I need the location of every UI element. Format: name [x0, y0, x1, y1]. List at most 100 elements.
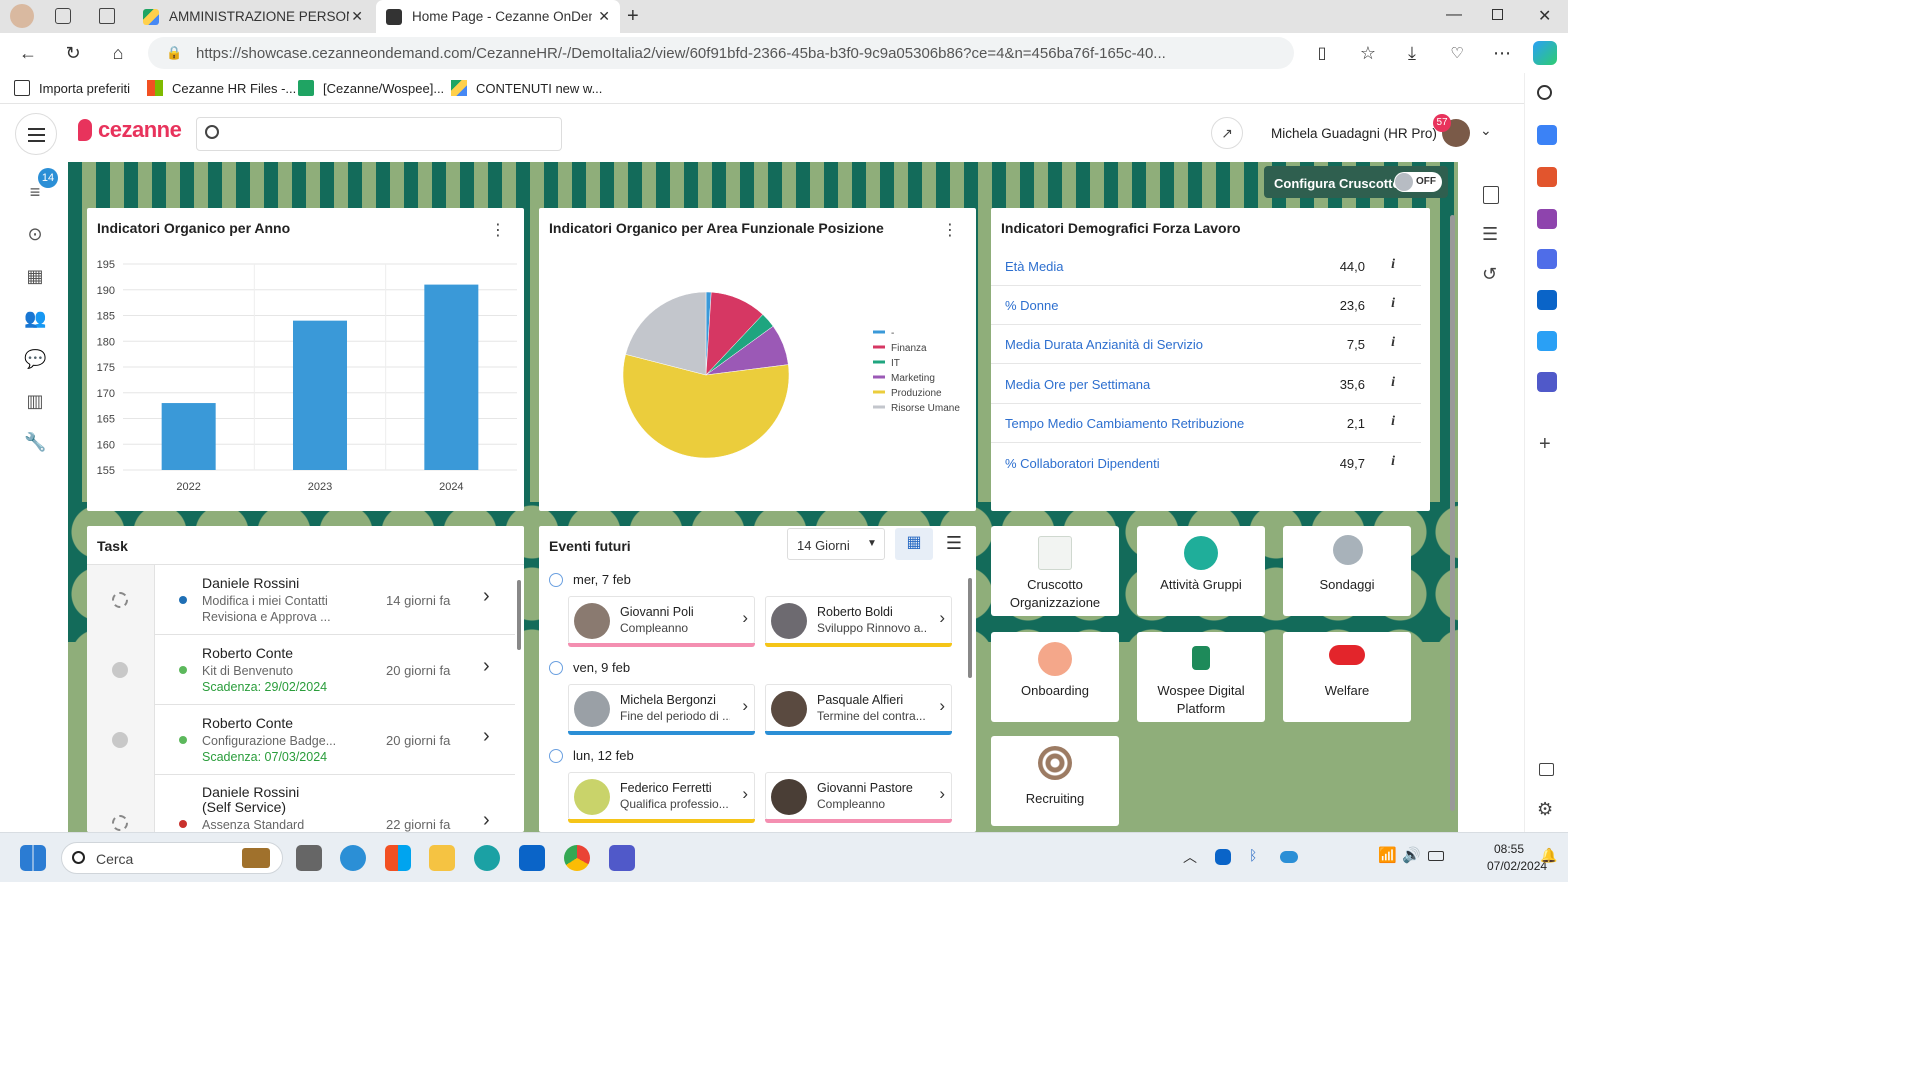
tab-home-page[interactable]: Home Page - Cezanne OnDemand ✕	[376, 0, 620, 33]
windows-start-icon[interactable]	[20, 845, 46, 871]
events-scrollbar[interactable]	[967, 566, 973, 832]
favorites-icon[interactable]: ☆	[1356, 41, 1380, 65]
chevron-up-icon[interactable]: ︿	[1183, 847, 1197, 867]
open-external-button[interactable]: ↗	[1211, 117, 1243, 149]
event-card[interactable]: Giovanni Poli Compleanno ›	[568, 596, 755, 647]
list-view-button[interactable]: ☰	[935, 528, 973, 560]
help-icon[interactable]	[340, 845, 366, 871]
file-explorer-icon[interactable]	[429, 845, 455, 871]
chevron-down-icon[interactable]: ⌄	[1480, 122, 1492, 139]
chrome-icon[interactable]	[564, 845, 590, 871]
history-icon[interactable]: ↺	[1482, 264, 1497, 285]
store-icon[interactable]	[385, 845, 411, 871]
task-scrollbar[interactable]	[516, 570, 522, 832]
close-icon[interactable]: ✕	[598, 8, 610, 25]
metric-label[interactable]: % Collaboratori Dipendenti	[1005, 456, 1160, 471]
metric-label[interactable]: Media Ore per Settimana	[1005, 377, 1150, 392]
bar-2024[interactable]	[424, 284, 479, 470]
profile-avatar[interactable]	[10, 4, 34, 28]
chevron-right-icon[interactable]: ›	[742, 696, 748, 716]
task-row[interactable]: Roberto Conte Kit di Benvenuto Scadenza:…	[87, 635, 515, 705]
chevron-right-icon[interactable]: ›	[939, 696, 945, 716]
info-icon[interactable]: i	[1391, 296, 1395, 312]
url-input[interactable]: 🔒 https://showcase.cezanneondemand.com/C…	[148, 37, 1294, 69]
info-icon[interactable]: i	[1391, 454, 1395, 470]
outlook-icon[interactable]	[1537, 290, 1557, 310]
grid-view-button[interactable]: ▦	[895, 528, 933, 560]
shopping-icon[interactable]	[1537, 125, 1557, 145]
chevron-right-icon[interactable]: ›	[483, 655, 490, 678]
hamburger-menu-icon[interactable]	[15, 113, 57, 155]
document-search-icon[interactable]	[1483, 186, 1499, 204]
event-card[interactable]: Michela Bergonzi Fine del periodo di ...…	[568, 684, 755, 735]
info-icon[interactable]: i	[1391, 335, 1395, 351]
close-window-icon[interactable]: ✕	[1538, 6, 1551, 26]
notification-badge[interactable]: 57	[1433, 114, 1451, 132]
info-icon[interactable]: i	[1391, 257, 1395, 273]
people-icon[interactable]: 👥	[24, 308, 46, 330]
range-select[interactable]: 14 Giorni ▼	[787, 528, 885, 560]
favorite-contenuti[interactable]: CONTENUTI new w...	[451, 80, 602, 96]
taskbar-search[interactable]: Cerca	[61, 842, 283, 874]
battery-icon[interactable]	[1428, 851, 1444, 861]
outlook-icon[interactable]	[519, 845, 545, 871]
tab-amministrazione[interactable]: AMMINISTRAZIONE PERSONALE ✕	[133, 0, 373, 33]
favorite-cezanne-wospee[interactable]: [Cezanne/Wospee]...	[298, 80, 444, 96]
configure-dashboard[interactable]: Configura Cruscotto OFF	[1264, 166, 1448, 198]
add-icon[interactable]: +	[1539, 433, 1551, 456]
info-icon[interactable]: i	[1391, 414, 1395, 430]
search-input[interactable]	[196, 117, 562, 151]
chat-icon[interactable]: 💬	[24, 349, 46, 371]
workspaces-icon[interactable]	[55, 8, 71, 24]
info-icon[interactable]: i	[1391, 375, 1395, 391]
teams-icon[interactable]	[609, 845, 635, 871]
metric-label[interactable]: Media Durata Anzianità di Servizio	[1005, 337, 1203, 352]
tile-attivita-gruppi[interactable]: Attività Gruppi	[1137, 526, 1265, 616]
notifications-bell-icon[interactable]: 🔔	[1540, 847, 1557, 864]
task-view-icon[interactable]	[296, 845, 322, 871]
edge-icon[interactable]	[474, 845, 500, 871]
copilot-small-icon[interactable]	[1537, 249, 1557, 269]
home-icon[interactable]: ⌂	[106, 41, 130, 65]
calendar-icon[interactable]: ▦	[24, 266, 46, 288]
bar-2023[interactable]	[293, 320, 347, 470]
tile-wospee[interactable]: Wospee Digital Platform	[1137, 632, 1265, 722]
clock-date[interactable]: 07/02/2024	[1487, 859, 1547, 873]
favorite-import[interactable]: Importa preferiti	[14, 80, 130, 96]
tile-welfare[interactable]: Welfare	[1283, 632, 1411, 722]
chevron-right-icon[interactable]: ›	[742, 608, 748, 628]
downloads-icon[interactable]: ⤓	[1400, 41, 1424, 65]
tools-icon[interactable]	[1537, 167, 1557, 187]
new-tab-icon[interactable]: +	[627, 5, 639, 28]
chart-icon[interactable]: ▥	[24, 391, 46, 413]
event-card[interactable]: Roberto Boldi Sviluppo Rinnovo a... ›	[765, 596, 952, 647]
sidebar-toggle-icon[interactable]	[1539, 763, 1554, 776]
task-row[interactable]: Daniele Rossini Modifica i miei Contatti…	[87, 565, 515, 635]
tile-recruiting[interactable]: Recruiting	[991, 736, 1119, 826]
tile-sondaggi[interactable]: Sondaggi	[1283, 526, 1411, 616]
user-name[interactable]: Michela Guadagni (HR Pro)	[1271, 126, 1437, 141]
event-card[interactable]: Giovanni Pastore Compleanno ›	[765, 772, 952, 823]
outlook-tray-icon[interactable]	[1215, 849, 1231, 865]
browser-essentials-icon[interactable]: ♡	[1445, 41, 1469, 65]
chevron-right-icon[interactable]: ›	[939, 608, 945, 628]
metric-label[interactable]: Tempo Medio Cambiamento Retribuzione	[1005, 416, 1244, 431]
back-icon[interactable]: ←	[16, 41, 40, 65]
favorite-cezanne-files[interactable]: Cezanne HR Files -...	[147, 80, 296, 96]
teams-icon[interactable]	[1537, 372, 1557, 392]
configure-toggle[interactable]: OFF	[1394, 172, 1442, 192]
bluetooth-icon[interactable]: ᛒ	[1249, 847, 1257, 863]
split-screen-icon[interactable]: ▯	[1310, 41, 1334, 65]
tile-cruscotto-organizzazione[interactable]: Cruscotto Organizzazione	[991, 526, 1119, 616]
page-scrollbar[interactable]	[1448, 203, 1458, 828]
bar-2022[interactable]	[161, 403, 216, 470]
close-icon[interactable]: ✕	[351, 8, 363, 25]
settings-icon[interactable]: ⚙	[1537, 799, 1553, 820]
maximize-icon[interactable]	[1492, 9, 1503, 20]
volume-icon[interactable]: 🔊	[1402, 846, 1421, 864]
onedrive-icon[interactable]	[1280, 851, 1298, 863]
task-row[interactable]: Daniele Rossini (Self Service) Assenza S…	[87, 775, 515, 832]
send-icon[interactable]	[1537, 331, 1557, 351]
list-icon[interactable]: ☰	[1482, 224, 1498, 245]
cezanne-logo[interactable]: cezanne	[78, 117, 182, 143]
